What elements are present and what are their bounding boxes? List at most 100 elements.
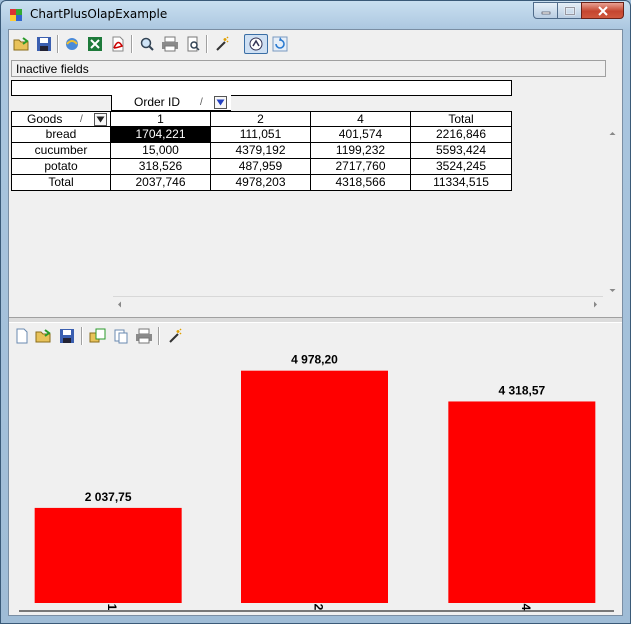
app-icon (10, 9, 22, 21)
export-pdf-button[interactable] (108, 34, 128, 54)
pivot-toolbar (12, 32, 312, 56)
row-field-header[interactable]: Goods / (11, 111, 111, 127)
wizard-button[interactable] (212, 34, 232, 54)
chart-copy-button[interactable] (88, 326, 108, 346)
column-header[interactable]: Total (411, 111, 512, 127)
bar-data-label: 4 318,57 (498, 383, 545, 397)
scroll-down-icon[interactable] (605, 286, 620, 296)
data-cell[interactable]: 4978,203 (211, 175, 311, 191)
bar-data-label: 4 978,20 (291, 353, 338, 367)
print-button[interactable] (160, 34, 180, 54)
x-tick-label: 2 (312, 604, 326, 611)
zoom-button[interactable] (137, 34, 157, 54)
open-button[interactable] (12, 34, 32, 54)
column-field-label: Order ID (134, 95, 181, 109)
chart-new-button[interactable] (12, 326, 32, 346)
row-sort-indicator: / (80, 114, 83, 125)
save-icon (60, 329, 74, 343)
chart-paste-button[interactable] (111, 326, 131, 346)
column-field-header[interactable]: Order ID / (111, 95, 231, 111)
chart-toggle-icon (249, 37, 263, 51)
chart-bar[interactable] (34, 507, 182, 603)
column-header[interactable]: 2 (211, 111, 311, 127)
print-preview-button[interactable] (183, 34, 203, 54)
open-icon (35, 329, 51, 343)
chart-bar[interactable] (241, 370, 388, 603)
data-cell[interactable]: 5593,424 (411, 143, 512, 159)
data-cell[interactable]: 3524,245 (411, 159, 512, 175)
maximize-icon (564, 6, 575, 15)
vertical-scrollbar[interactable] (605, 128, 620, 298)
row-header[interactable]: potato (11, 159, 111, 175)
row-header[interactable]: bread (11, 127, 111, 143)
wizard-icon (216, 36, 229, 51)
chart-save-button[interactable] (57, 326, 77, 346)
panel-splitter[interactable] (9, 317, 622, 323)
window-title: ChartPlusOlapExample (30, 7, 168, 21)
scroll-right-icon[interactable] (591, 297, 601, 312)
copy-icon (89, 328, 106, 343)
horizontal-scrollbar[interactable] (113, 296, 603, 312)
paste-icon (114, 329, 128, 344)
minimize-icon (541, 11, 550, 14)
x-tick-label: 1 (105, 604, 119, 611)
minimize-button[interactable] (533, 2, 558, 19)
data-cell[interactable]: 318,526 (111, 159, 211, 175)
x-tick-label: 4 (519, 604, 533, 611)
data-cell[interactable]: 2037,746 (111, 175, 211, 191)
column-sort-indicator: / (200, 97, 203, 108)
app-window: ChartPlusOlapExample Inactive fields Ord… (0, 0, 631, 624)
row-filter-button[interactable] (94, 113, 107, 126)
column-header[interactable]: 4 (311, 111, 411, 127)
open-icon (13, 37, 29, 51)
export-pdf-icon (112, 36, 124, 52)
export-html-button[interactable] (62, 34, 82, 54)
row-header[interactable]: Total (11, 175, 111, 191)
refresh-icon (272, 36, 288, 52)
column-filter-button[interactable] (214, 96, 227, 109)
export-excel-button[interactable] (85, 34, 105, 54)
filter-dropdown-icon (216, 99, 225, 106)
chart-toggle-button[interactable] (244, 34, 268, 54)
scroll-up-icon[interactable] (605, 128, 620, 138)
zoom-icon (140, 37, 154, 51)
inactive-fields-area[interactable]: Inactive fields (11, 60, 606, 77)
maximize-button[interactable] (557, 2, 582, 19)
chart-bar[interactable] (448, 401, 596, 603)
data-cell[interactable]: 2216,846 (411, 127, 512, 143)
data-cell[interactable]: 111,051 (211, 127, 311, 143)
close-button[interactable] (581, 2, 624, 19)
save-button[interactable] (34, 34, 54, 54)
scroll-left-icon[interactable] (115, 297, 125, 312)
filter-area[interactable] (11, 80, 512, 96)
bar-data-label: 2 037,75 (85, 490, 132, 504)
data-cell[interactable]: 11334,515 (411, 175, 512, 191)
title-bar[interactable]: ChartPlusOlapExample (1, 1, 630, 28)
row-field-label: Goods (27, 112, 63, 126)
save-icon (37, 37, 51, 51)
data-cell[interactable]: 487,959 (211, 159, 311, 175)
data-cell[interactable]: 4379,192 (211, 143, 311, 159)
export-html-icon (66, 38, 78, 50)
data-cell[interactable]: 401,574 (311, 127, 411, 143)
chart-area[interactable]: 2 037,75 1 4 978,20 2 4 318,57 4 (9, 349, 622, 615)
refresh-button[interactable] (270, 34, 290, 54)
chart-print-button[interactable] (134, 326, 154, 346)
data-cell[interactable]: 1704,221 (111, 127, 211, 143)
chart-open-button[interactable] (34, 326, 54, 346)
column-header[interactable]: 1 (111, 111, 211, 127)
filter-dropdown-icon (96, 116, 105, 123)
bar-chart[interactable]: 2 037,75 1 4 978,20 2 4 318,57 4 (9, 349, 622, 615)
data-cell[interactable]: 4318,566 (311, 175, 411, 191)
print-icon (136, 328, 152, 344)
data-cell[interactable]: 15,000 (111, 143, 211, 159)
wizard-icon (169, 328, 182, 343)
new-icon (16, 328, 28, 344)
data-cell[interactable]: 2717,760 (311, 159, 411, 175)
chart-wizard-button[interactable] (165, 326, 185, 346)
data-cell[interactable]: 1199,232 (311, 143, 411, 159)
row-header[interactable]: cucumber (11, 143, 111, 159)
chart-toolbar (12, 324, 212, 348)
close-icon (597, 5, 608, 16)
client-area: Inactive fields Order ID / Goods / 1 2 4… (8, 29, 623, 616)
